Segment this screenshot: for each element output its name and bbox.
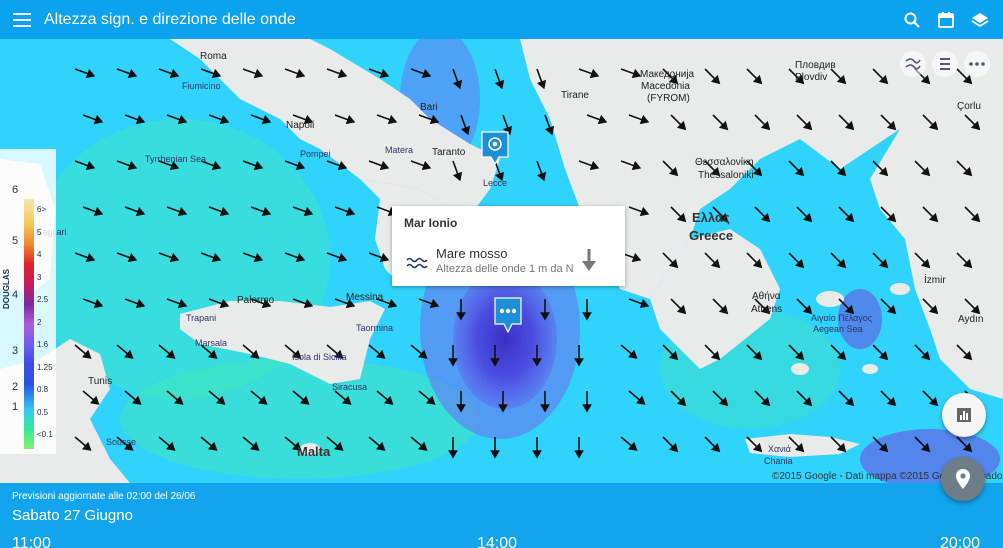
wave-height-legend: DOUGLAS 6 5 4 3 2 1 6> 5 4 3 2.5 2 1.6 1.25 0.8 0.5 <0.…: [0, 149, 56, 454]
location-pin-icon[interactable]: [941, 457, 985, 501]
chart-icon[interactable]: [942, 393, 986, 437]
place-label: Matera: [385, 145, 414, 155]
place-label: Malta: [297, 444, 331, 459]
legend-meter-value: 0.5: [37, 407, 49, 417]
list-icon[interactable]: [932, 51, 958, 77]
place-label: Çorlu: [957, 101, 981, 112]
legend-meter-value: <0.1: [37, 430, 53, 439]
place-label: Roma: [200, 51, 227, 62]
more-icon[interactable]: [964, 51, 990, 77]
legend-meter-value: 1.6: [37, 340, 49, 349]
place-label: Tunis: [88, 376, 113, 387]
legend-meter-value: 0.8: [37, 385, 49, 394]
wave-map[interactable]: Roma Fiumicino Napoli Pompei Bari Matera Taran…: [0, 39, 1003, 483]
app-bar: Altezza sign. e direzione delle onde: [0, 0, 1003, 39]
legend-douglas-level: 6: [12, 184, 19, 196]
timeline-time[interactable]: 11:00: [12, 535, 51, 548]
page-title: Altezza sign. e direzione delle onde: [44, 10, 296, 28]
legend-meter-value: 2: [37, 317, 42, 327]
place-label: Taormina: [356, 323, 394, 333]
place-label: (FYROM): [647, 93, 690, 104]
place-label: Taranto: [432, 147, 466, 158]
place-label: Marsala: [195, 338, 228, 348]
place-label: Palermo: [237, 295, 275, 306]
place-label: Messina: [346, 292, 384, 303]
forecast-date: Sabato 27 Giugno: [12, 507, 133, 524]
legend-douglas-level: 3: [12, 345, 19, 357]
popup-condition: Mare mosso: [436, 246, 508, 261]
place-label: Athens: [751, 304, 783, 315]
legend-meter-value: 6>: [37, 205, 47, 214]
place-label: Ελλάς: [692, 210, 730, 225]
popup-detail: Altezza delle onde 1 m da N: [436, 263, 574, 275]
legend-meter-value: 4: [37, 250, 42, 259]
legend-scale-name: DOUGLAS: [2, 269, 11, 309]
legend-douglas-level: 2: [12, 381, 19, 393]
place-label: Trapani: [186, 313, 217, 323]
place-label: Greece: [689, 228, 734, 243]
place-label: Tyrrhenian Sea: [145, 154, 207, 164]
wave-icon: [406, 256, 428, 274]
place-label: Pompei: [300, 149, 331, 159]
place-label: Fiumicino: [182, 81, 221, 91]
place-label: Македонија: [640, 69, 695, 80]
target-pin-icon[interactable]: [481, 131, 509, 166]
legend-douglas-level: 1: [12, 401, 19, 413]
place-label: İzmir: [924, 275, 946, 286]
layers-icon[interactable]: [963, 0, 997, 39]
calendar-icon[interactable]: [929, 0, 963, 39]
info-popup[interactable]: Mar Ionio Mare mosso Altezza delle onde …: [392, 206, 625, 286]
place-label: Plovdiv: [795, 72, 828, 83]
legend-meter-value: 2.5: [37, 295, 49, 304]
wave-direction-arrow-icon: [582, 249, 596, 276]
place-label: Αθήνα: [752, 291, 781, 302]
place-label: Aydın: [958, 314, 984, 325]
place-label: Χανιά: [768, 444, 791, 454]
legend-meter-value: 3: [37, 272, 42, 282]
popup-title: Mar Ionio: [404, 216, 458, 230]
legend-meter-value: 1.25: [37, 362, 53, 372]
legend-color-bar: [24, 199, 34, 449]
update-info: Previsioni aggiornate alle 02:00 del 26/…: [12, 491, 196, 502]
wind-layer-icon[interactable]: [900, 51, 926, 77]
place-label: Bari: [420, 102, 438, 113]
timeline-bar[interactable]: Previsioni aggiornate alle 02:00 del 26/…: [0, 483, 1003, 548]
place-label: Napoli: [286, 120, 315, 131]
legend-douglas-level: 4: [12, 289, 19, 301]
search-icon[interactable]: [895, 0, 929, 39]
place-label: Lecce: [483, 178, 508, 188]
place-label: Thessaloniki: [698, 170, 754, 181]
place-label: Isola di Sicilia: [292, 352, 347, 362]
legend-douglas-level: 5: [12, 235, 19, 247]
place-label: Aegean Sea: [813, 324, 863, 334]
place-label: Sousse: [106, 437, 137, 447]
menu-icon[interactable]: [0, 0, 44, 39]
place-label: Пловдив: [795, 60, 836, 71]
legend-meter-value: 5: [37, 227, 42, 237]
place-label: Tirane: [561, 90, 589, 101]
place-label: Θεσσαλονίκη: [695, 157, 754, 168]
place-label: Chania: [764, 456, 793, 466]
timeline-time[interactable]: 20:00: [940, 535, 980, 548]
place-label: Siracusa: [332, 382, 368, 392]
place-label: Αιγαίο Πέλαγος: [811, 313, 873, 323]
place-label: Macedonia: [641, 81, 690, 92]
timeline-time[interactable]: 14:00: [477, 535, 517, 548]
forecast-marker-icon[interactable]: [494, 297, 522, 334]
